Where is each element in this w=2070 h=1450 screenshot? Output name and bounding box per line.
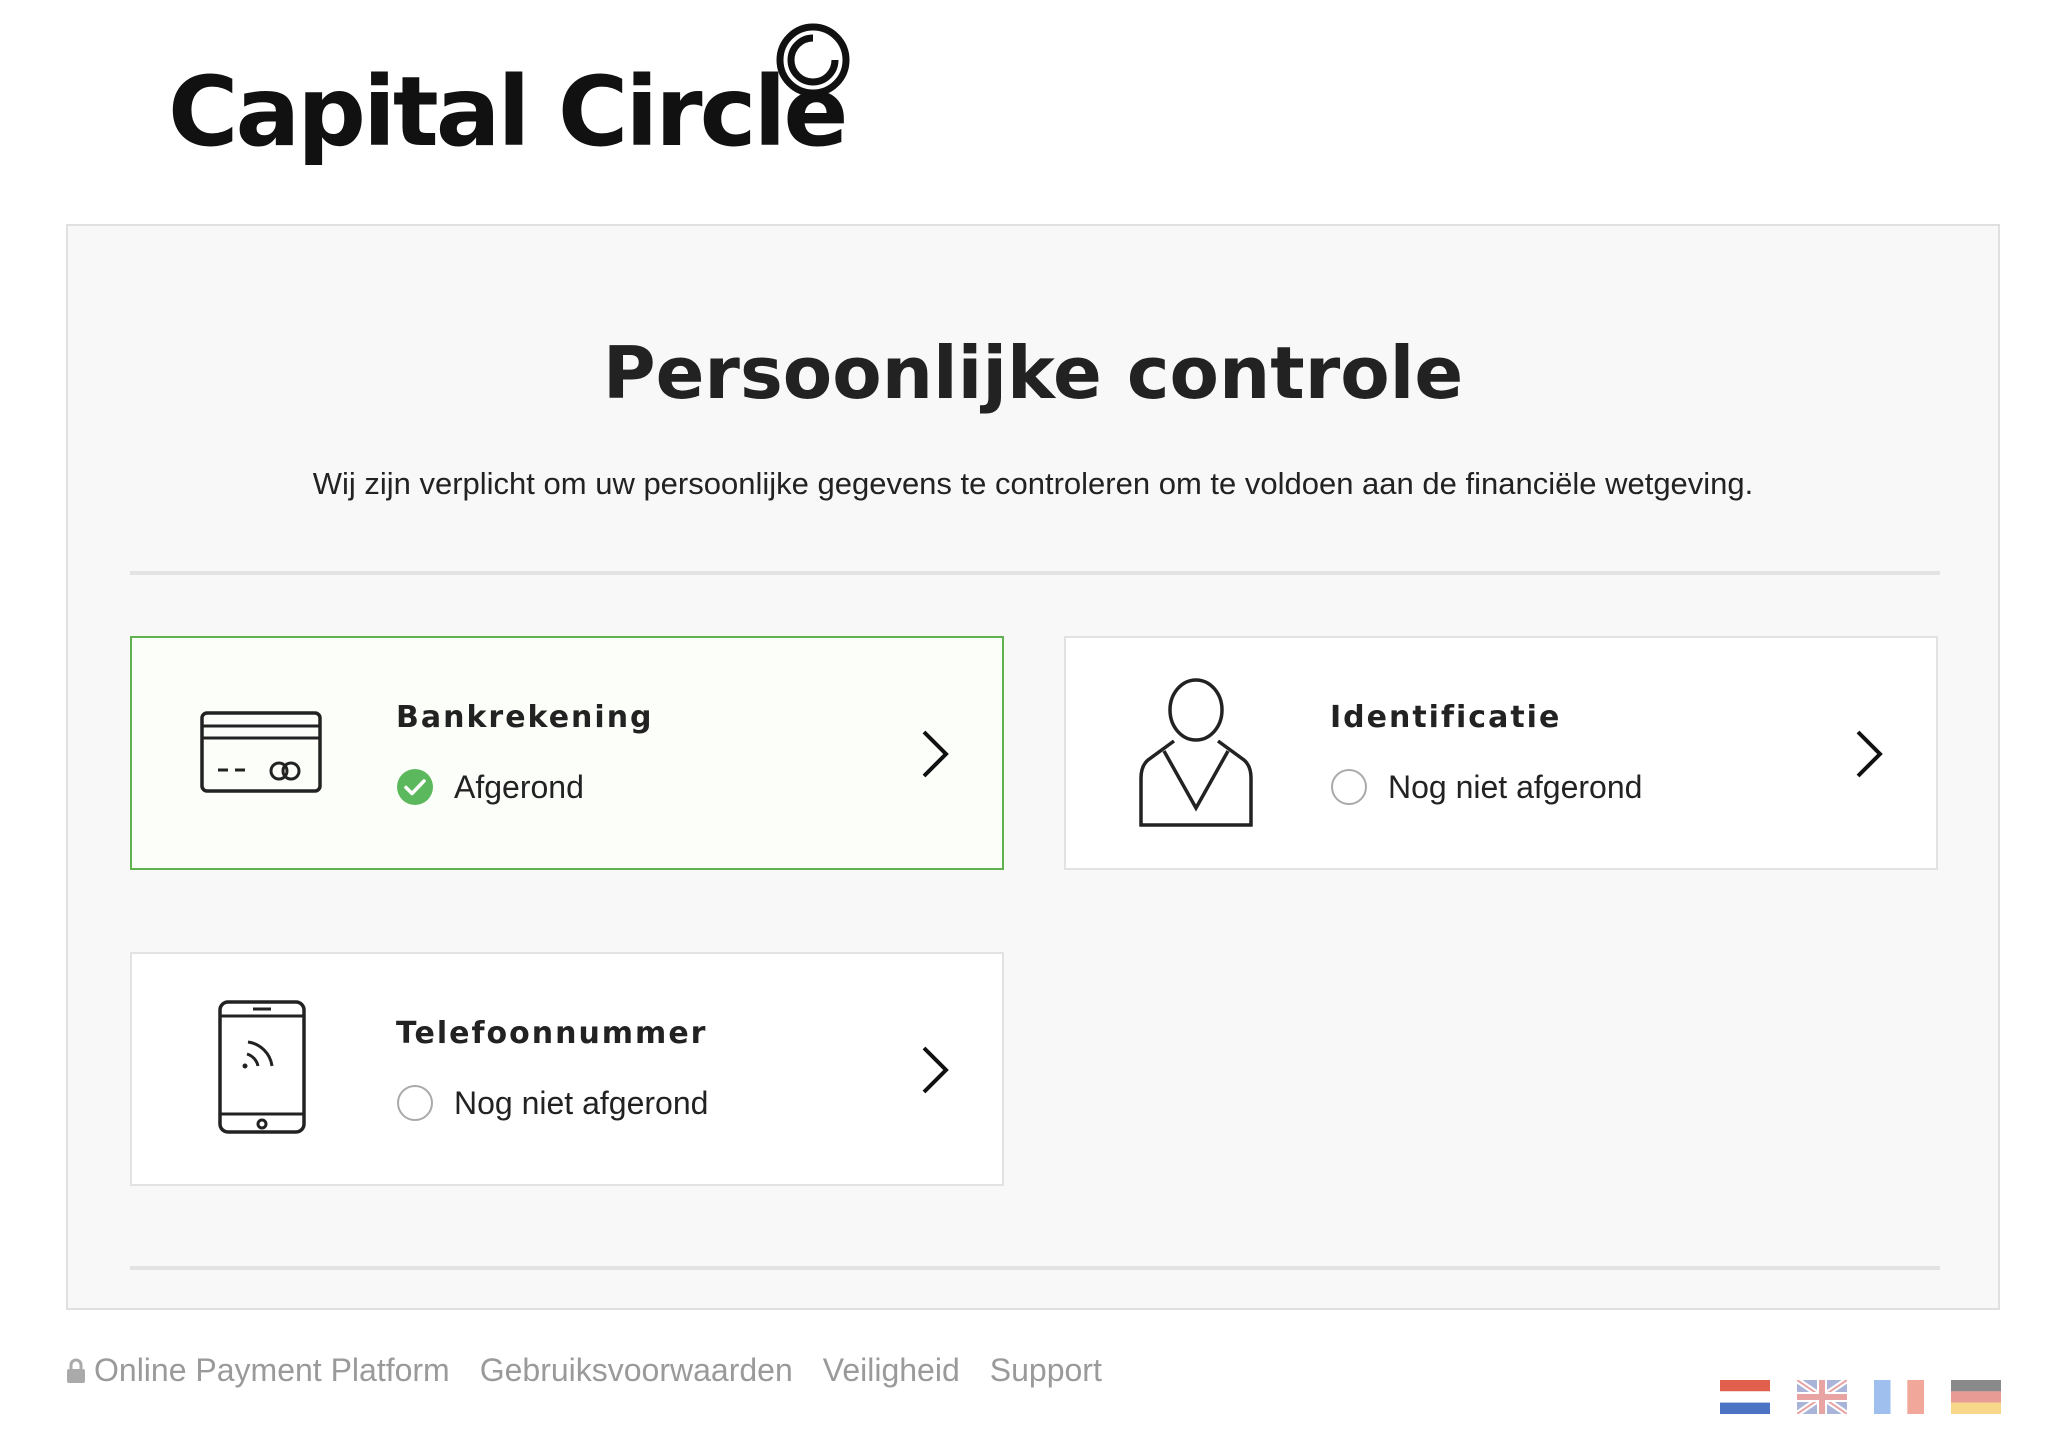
verification-panel: Persoonlijke controle Wij zijn verplicht…	[66, 224, 2000, 1310]
card-title: Identificatie	[1330, 700, 1562, 735]
concentric-circle-logo-icon	[776, 23, 850, 97]
footer-link-security[interactable]: Veiligheid	[823, 1352, 960, 1389]
chevron-right-icon	[1856, 730, 1883, 778]
status-text: Nog niet afgerond	[1388, 768, 1643, 805]
status-text: Nog niet afgerond	[454, 1084, 709, 1121]
lock-icon	[67, 1358, 85, 1383]
chevron-right-icon	[922, 1046, 949, 1094]
bank-account-card[interactable]: Bankrekening Afgerond	[130, 636, 1004, 870]
credit-card-icon	[200, 711, 322, 793]
divider	[130, 1266, 1940, 1270]
smartphone-icon	[218, 1000, 306, 1134]
card-title: Bankrekening	[396, 700, 654, 735]
chevron-right-icon	[922, 730, 949, 778]
page-title: Persoonlijke controle	[602, 331, 1464, 415]
de-flag-icon[interactable]	[1951, 1380, 2001, 1414]
person-icon	[1139, 678, 1253, 827]
identification-card[interactable]: Identificatie Nog niet afgerond	[1064, 636, 1938, 870]
footer-links: Online Payment Platform Gebruiksvoorwaar…	[66, 1352, 1132, 1389]
empty-circle-icon	[1331, 769, 1367, 805]
phone-number-card[interactable]: Telefoonnummer Nog niet afgerond	[130, 952, 1004, 1186]
brand-logo: Capital Circle	[168, 20, 868, 190]
en-flag-icon[interactable]	[1797, 1380, 1847, 1414]
nl-flag-icon[interactable]	[1720, 1380, 1770, 1414]
footer-link-terms[interactable]: Gebruiksvoorwaarden	[480, 1352, 793, 1389]
footer-link-online-payment-platform[interactable]: Online Payment Platform	[94, 1352, 450, 1389]
status-badge: Nog niet afgerond	[1330, 768, 1642, 806]
status-badge: Afgerond	[396, 768, 584, 806]
status-badge: Nog niet afgerond	[396, 1084, 708, 1122]
check-circle-icon	[397, 769, 433, 805]
card-title: Telefoonnummer	[396, 1016, 708, 1051]
fr-flag-icon[interactable]	[1874, 1380, 1924, 1414]
empty-circle-icon	[397, 1085, 433, 1121]
page-subtitle: Wij zijn verplicht om uw persoonlijke ge…	[312, 466, 1754, 501]
language-selector	[1720, 1380, 2028, 1414]
divider	[130, 571, 1940, 575]
footer-link-support[interactable]: Support	[990, 1352, 1102, 1389]
brand-name: Capital Circle	[168, 56, 848, 168]
status-text: Afgerond	[454, 768, 584, 805]
